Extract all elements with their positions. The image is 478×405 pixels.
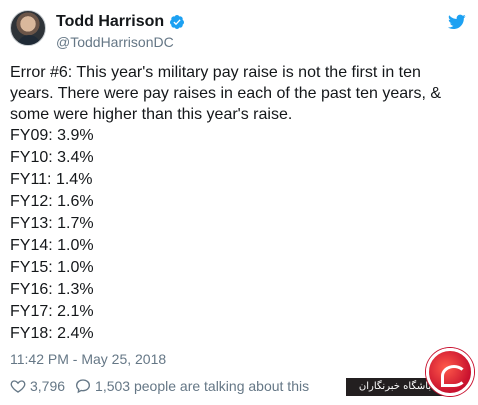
tweet-actions: 3,796 1,503 people are talking about thi… — [10, 378, 319, 394]
pay-raise-list: FY09: 3.9% FY10: 3.4% FY11: 1.4% FY12: 1… — [10, 125, 468, 345]
heart-icon — [10, 380, 26, 393]
tweet-timestamp[interactable]: 11:42 PM - May 25, 2018 — [10, 351, 166, 367]
user-handle[interactable]: @ToddHarrisonDC — [56, 34, 185, 50]
list-item: FY15: 1.0% — [10, 259, 94, 276]
verified-badge-icon — [170, 15, 185, 29]
reply-bubble-icon — [76, 379, 91, 394]
reply-button[interactable]: 1,503 people are talking about this — [75, 378, 309, 394]
list-item: FY10: 3.4% — [10, 149, 94, 166]
twitter-bird-icon[interactable] — [448, 14, 466, 30]
tweet-header: Todd Harrison @ToddHarrisonDC — [10, 10, 468, 54]
like-count: 3,796 — [30, 378, 66, 394]
list-item: FY17: 2.1% — [10, 303, 94, 320]
tweet-text: Error #6: This year's military pay raise… — [10, 64, 442, 123]
avatar[interactable] — [10, 10, 46, 46]
agency-logo-icon — [426, 348, 474, 396]
list-item: FY12: 1.6% — [10, 193, 94, 210]
display-name-row: Todd Harrison — [56, 12, 185, 32]
author-info[interactable]: Todd Harrison @ToddHarrisonDC — [56, 12, 185, 50]
list-item: FY13: 1.7% — [10, 215, 94, 232]
list-item: FY14: 1.0% — [10, 237, 94, 254]
like-button[interactable]: 3,796 — [10, 378, 65, 394]
list-item: FY09: 3.9% — [10, 127, 94, 144]
news-agency-watermark: باشگاه خبرنگاران — [346, 342, 476, 404]
list-item: FY11: 1.4% — [10, 171, 93, 188]
display-name[interactable]: Todd Harrison — [56, 13, 164, 31]
conversation-count: 1,503 people are talking about this — [95, 378, 310, 394]
tweet-card: Todd Harrison @ToddHarrisonDC Error #6: … — [0, 0, 478, 405]
tweet-body: Error #6: This year's military pay raise… — [10, 62, 468, 345]
list-item: FY16: 1.3% — [10, 281, 94, 298]
